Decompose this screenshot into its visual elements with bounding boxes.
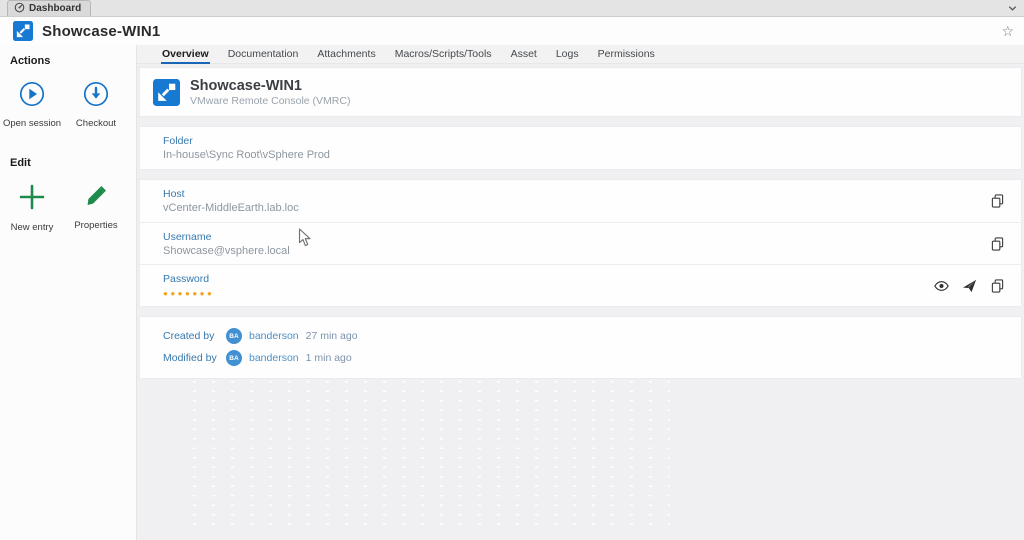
host-label: Host xyxy=(163,188,185,200)
modified-by-time: 1 min ago xyxy=(305,352,352,364)
username-value: Showcase@vsphere.local xyxy=(163,244,290,257)
entry-header-card: Showcase-WIN1 VMware Remote Console (VMR… xyxy=(139,67,1022,117)
tab-permissions[interactable]: Permissions xyxy=(597,46,656,63)
modified-by-user[interactable]: banderson xyxy=(249,352,299,364)
created-by-user[interactable]: banderson xyxy=(249,330,299,342)
audit-card: Created by BA banderson 27 min ago Modif… xyxy=(139,316,1022,379)
entry-titlebar: Showcase-WIN1 ☆ xyxy=(0,17,1024,45)
open-session-button[interactable]: Open session xyxy=(0,77,64,139)
password-label: Password xyxy=(163,273,210,285)
entry-tabstrip: Overview Documentation Attachments Macro… xyxy=(137,45,1024,64)
folder-card: Folder In-house\Sync Root\vSphere Prod xyxy=(139,126,1022,170)
properties-label: Properties xyxy=(74,220,118,231)
password-masked-value: ●●●●●●● xyxy=(163,289,215,298)
credentials-card: Host vCenter-MiddleEarth.lab.loc Usernam… xyxy=(139,179,1022,307)
folder-label: Folder xyxy=(163,135,193,147)
vmrc-icon xyxy=(13,21,33,41)
modified-by-label: Modified by xyxy=(163,352,217,364)
tab-macros-scripts-tools[interactable]: Macros/Scripts/Tools xyxy=(394,46,493,63)
password-row: Password ●●●●●●● xyxy=(140,264,1021,306)
edit-heading: Edit xyxy=(10,157,31,169)
copy-icon[interactable] xyxy=(990,236,1005,251)
dashboard-gauge-icon xyxy=(14,2,25,16)
eye-icon[interactable] xyxy=(934,278,949,293)
download-circle-icon xyxy=(83,81,109,112)
actions-heading: Actions xyxy=(10,55,51,67)
tab-dashboard[interactable]: Dashboard xyxy=(7,0,92,16)
star-icon[interactable]: ☆ xyxy=(1001,24,1014,38)
copy-icon[interactable] xyxy=(990,278,1005,293)
entry-name: Showcase-WIN1 xyxy=(190,77,302,94)
host-value: vCenter-MiddleEarth.lab.loc xyxy=(163,202,299,214)
created-by-time: 27 min ago xyxy=(305,330,358,342)
tab-documentation[interactable]: Documentation xyxy=(227,46,300,63)
avatar: BA xyxy=(226,350,242,366)
page-title: Showcase-WIN1 xyxy=(42,22,161,40)
checkout-button[interactable]: Checkout xyxy=(64,77,128,139)
folder-value: In-house\Sync Root\vSphere Prod xyxy=(163,149,330,161)
copy-icon[interactable] xyxy=(990,194,1005,209)
tab-dashboard-label: Dashboard xyxy=(29,3,82,14)
folder-row: Folder In-house\Sync Root\vSphere Prod xyxy=(140,127,1021,169)
entry-type: VMware Remote Console (VMRC) xyxy=(190,94,351,107)
checkout-label: Checkout xyxy=(75,118,117,129)
tab-overview[interactable]: Overview xyxy=(161,46,210,64)
main-content: Overview Documentation Attachments Macro… xyxy=(137,45,1024,540)
tab-logs[interactable]: Logs xyxy=(555,46,580,63)
modified-by-row: Modified by BA banderson 1 min ago xyxy=(163,347,1021,369)
username-label: Username xyxy=(163,230,212,243)
document-tabbar: Dashboard xyxy=(0,0,1024,17)
new-entry-label: New entry xyxy=(10,222,54,233)
sidebar: Actions Open session Checkout Edit New e… xyxy=(0,45,137,540)
created-by-label: Created by xyxy=(163,330,215,342)
play-circle-icon xyxy=(19,81,45,112)
tab-asset[interactable]: Asset xyxy=(510,46,538,63)
pencil-icon xyxy=(83,183,109,214)
username-row: Username Showcase@vsphere.local xyxy=(140,222,1021,264)
created-by-row: Created by BA banderson 27 min ago xyxy=(163,325,1021,347)
properties-button[interactable]: Properties xyxy=(64,179,128,243)
host-row: Host vCenter-MiddleEarth.lab.loc xyxy=(140,180,1021,222)
vmrc-icon xyxy=(153,78,180,106)
tab-attachments[interactable]: Attachments xyxy=(316,46,376,63)
plus-icon xyxy=(18,183,46,216)
open-session-label: Open session xyxy=(2,118,62,129)
background-dot-pattern xyxy=(185,377,670,527)
avatar: BA xyxy=(226,328,242,344)
paper-plane-icon[interactable] xyxy=(962,278,977,293)
new-entry-button[interactable]: New entry xyxy=(0,179,64,243)
